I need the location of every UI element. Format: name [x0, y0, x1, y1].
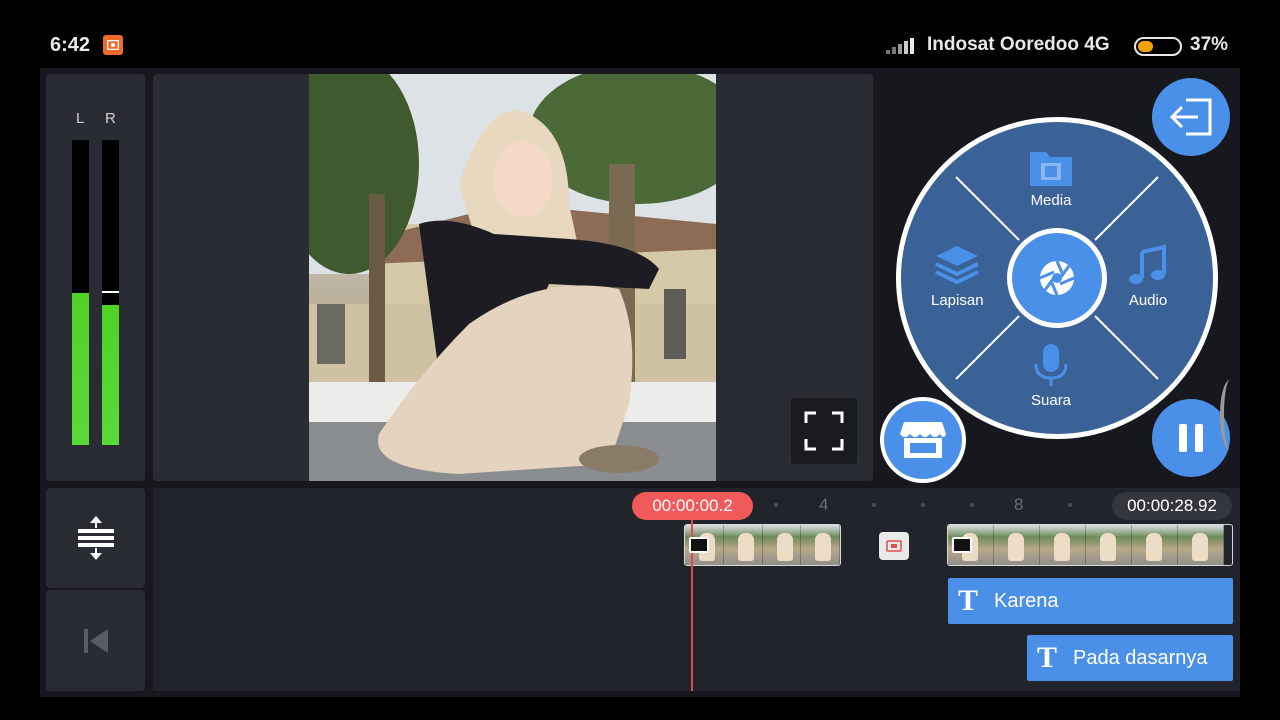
layers-icon [935, 246, 980, 285]
fullscreen-icon [804, 411, 844, 451]
capture-button[interactable] [1007, 228, 1107, 328]
screen-record-icon [103, 35, 123, 55]
text-layer-clip[interactable]: T Pada dasarnya [1027, 635, 1233, 681]
battery-level [1138, 41, 1153, 52]
side-panel-handle[interactable] [1220, 380, 1240, 450]
ruler-mark-8: 8 [1014, 495, 1024, 514]
signal-icon [886, 38, 914, 54]
preview-frame-image [309, 74, 716, 481]
clip-thumbnail [1178, 525, 1224, 565]
right-channel-level [102, 304, 119, 445]
timeline-expand-button[interactable] [46, 488, 145, 588]
left-channel-label: L [76, 110, 85, 127]
clip-thumbnail [1086, 525, 1132, 565]
store-icon [900, 422, 946, 458]
skip-to-start-icon [83, 628, 108, 653]
left-channel-level [72, 292, 89, 445]
text-layer-label: Karena [994, 589, 1059, 612]
status-time: 6:42 [50, 34, 91, 56]
battery-icon [1134, 37, 1182, 56]
right-channel-label: R [105, 110, 116, 127]
jump-to-start-button[interactable] [46, 590, 145, 691]
ruler-dot [1068, 503, 1072, 507]
wheel-voice-button[interactable]: Suara [1031, 342, 1071, 409]
image-clip-icon [689, 537, 709, 553]
text-layer-clip[interactable]: T Karena [948, 578, 1233, 624]
wheel-audio-label: Audio [1128, 292, 1168, 309]
media-folder-icon [1030, 152, 1072, 186]
capture-button-face [1012, 233, 1102, 323]
wheel-voice-label: Suara [1031, 392, 1072, 409]
carrier-name: Indosat Ooredoo 4G [927, 34, 1110, 55]
wheel-media-button[interactable]: Media [1028, 148, 1074, 209]
wheel-audio-button[interactable]: Audio [1126, 244, 1170, 309]
transition-icon [886, 540, 902, 552]
status-bar: 6:42 Indosat Ooredoo 4G 37% [0, 0, 1280, 68]
battery-percent: 37% [1190, 34, 1229, 55]
clip-thumbnail [801, 525, 840, 565]
media-wheel: Media Audio Suara Lapisan [896, 117, 1218, 439]
pause-icon [1179, 424, 1203, 452]
microphone-icon [1034, 344, 1068, 386]
wheel-layer-button[interactable]: Lapisan [931, 244, 984, 309]
text-layer-icon: T [958, 584, 979, 617]
music-note-icon [1129, 244, 1166, 284]
current-time-badge: 00:00:00.2 [632, 492, 753, 520]
ruler-dot [970, 503, 974, 507]
ruler-dot [774, 503, 778, 507]
camera-shutter-icon [1039, 260, 1075, 296]
wheel-media-label: Media [1030, 192, 1072, 209]
left-channel-bar [72, 140, 89, 445]
audio-level-meter: L R [46, 74, 145, 481]
ruler-mark-4: 4 [819, 495, 829, 514]
video-clip-1[interactable] [684, 524, 841, 566]
clip-thumbnail [762, 525, 802, 565]
transition-button[interactable] [879, 532, 909, 560]
right-channel-peak [102, 290, 119, 293]
pause-button[interactable] [1152, 399, 1230, 477]
ruler-dot [872, 503, 876, 507]
text-layer-label: Pada dasarnya [1073, 646, 1208, 669]
preview-photo-illustration [309, 74, 716, 481]
asset-store-button[interactable] [880, 397, 966, 483]
clip-thumbnail [1132, 525, 1178, 565]
clip-thumbnail [1040, 525, 1086, 565]
ruler-dot [921, 503, 925, 507]
text-layer-icon: T [1037, 641, 1058, 674]
total-duration-badge: 00:00:28.92 [1112, 492, 1232, 520]
video-preview[interactable] [153, 74, 873, 481]
clip-thumbnail [723, 525, 763, 565]
fullscreen-button[interactable] [791, 398, 857, 464]
video-clip-2[interactable] [947, 524, 1233, 566]
image-clip-icon [952, 537, 972, 553]
right-channel-bar [102, 140, 119, 445]
clip-thumbnail [994, 525, 1040, 565]
wheel-layer-label: Lapisan [931, 292, 984, 309]
expand-rows-icon [77, 516, 114, 560]
